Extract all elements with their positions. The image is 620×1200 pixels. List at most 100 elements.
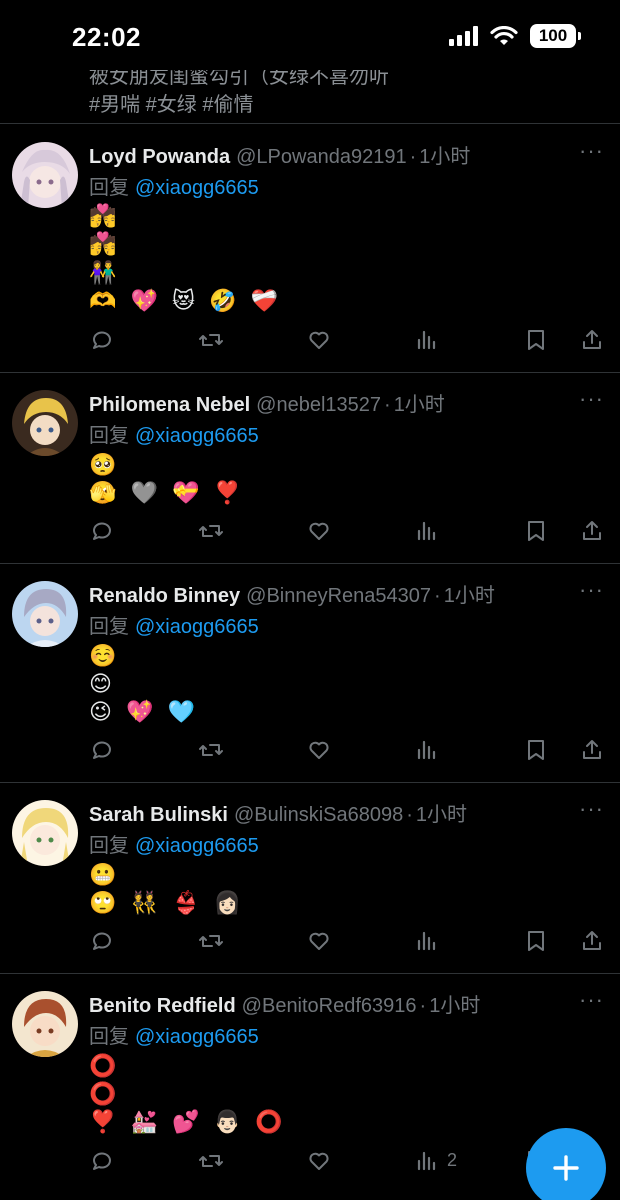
tweet-header: Benito Redfield @BenitoRedf63916 · 1小时 <box>89 989 480 1018</box>
more-options-icon[interactable]: ··· <box>579 796 604 822</box>
replying-to: 回复 @xiaogg6665 <box>89 419 259 448</box>
bookmark-button[interactable] <box>521 926 551 956</box>
display-name[interactable]: Renaldo Binney <box>89 585 240 608</box>
like-button[interactable] <box>304 926 334 956</box>
retweet-icon <box>198 738 224 762</box>
mention-link[interactable]: @xiaogg6665 <box>135 616 259 638</box>
like-button[interactable] <box>304 735 334 765</box>
like-button[interactable] <box>304 325 334 355</box>
timestamp[interactable]: 1小时 <box>394 388 445 417</box>
tweet-text-line: 🫣 🩶 💝 ❣️ <box>89 480 245 505</box>
avatar[interactable] <box>12 142 78 208</box>
like-button[interactable] <box>304 516 334 546</box>
retweet-button[interactable] <box>196 516 226 546</box>
avatar[interactable] <box>12 800 78 866</box>
reply-prefix: 回复 <box>89 616 129 638</box>
display-name[interactable]: Loyd Powanda <box>89 146 230 169</box>
mention-link[interactable]: @xiaogg6665 <box>135 835 259 857</box>
user-handle[interactable]: @nebel13527 <box>256 394 381 417</box>
share-button[interactable] <box>577 735 607 765</box>
tweet-text-line: ⭕ <box>89 1053 121 1078</box>
status-time: 22:02 <box>72 22 141 52</box>
tweet-text-line: 💏 <box>89 231 121 256</box>
reply-icon <box>90 929 114 953</box>
bookmark-button[interactable] <box>521 735 551 765</box>
bookmark-icon <box>525 519 547 543</box>
analytics-button[interactable] <box>412 926 442 956</box>
more-options-icon[interactable]: ··· <box>579 987 604 1013</box>
reply-button[interactable] <box>87 735 117 765</box>
tweet-text-line: 🥺 <box>89 452 121 477</box>
tweet-text-line: ❣️ 💒 💕 👨🏻 ⭕ <box>89 1109 287 1134</box>
reply-button[interactable] <box>87 516 117 546</box>
reply-button[interactable] <box>87 1146 117 1176</box>
action-bar <box>0 516 620 546</box>
user-handle[interactable]: @BenitoRedf63916 <box>242 995 417 1018</box>
action-bar <box>0 325 620 355</box>
share-icon <box>580 738 604 762</box>
reply-button[interactable] <box>87 926 117 956</box>
reply-icon <box>90 328 114 352</box>
share-icon <box>580 929 604 953</box>
display-name[interactable]: Philomena Nebel <box>89 394 250 417</box>
bookmark-button[interactable] <box>521 325 551 355</box>
retweet-button[interactable] <box>196 1146 226 1176</box>
more-options-icon[interactable]: ··· <box>579 577 604 603</box>
retweet-icon <box>198 519 224 543</box>
analytics-button[interactable] <box>412 735 442 765</box>
analytics-button[interactable] <box>412 325 442 355</box>
user-handle[interactable]: @LPowanda92191 <box>236 146 406 169</box>
analytics-button[interactable] <box>412 1146 442 1176</box>
timestamp[interactable]: 1小时 <box>419 140 470 169</box>
like-button[interactable] <box>304 1146 334 1176</box>
user-handle[interactable]: @BinneyRena54307 <box>246 585 431 608</box>
fragment-hashtags[interactable]: #男喘 #女绿 #偷情 <box>89 88 253 117</box>
tweet-text-line: ☺️ <box>89 643 121 668</box>
reply-tweet[interactable]: Philomena Nebel @nebel13527 · 1小时 ··· 回复… <box>0 373 620 564</box>
user-handle[interactable]: @BulinskiSa68098 <box>234 804 403 827</box>
tweet-text-line: 👫 <box>89 260 121 285</box>
tweet-text-line: 😊 <box>89 671 116 696</box>
reply-icon <box>90 519 114 543</box>
retweet-button[interactable] <box>196 926 226 956</box>
bookmark-button[interactable] <box>521 516 551 546</box>
display-name[interactable]: Sarah Bulinski <box>89 804 228 827</box>
analytics-icon <box>416 328 438 352</box>
timestamp[interactable]: 1小时 <box>444 579 495 608</box>
mention-link[interactable]: @xiaogg6665 <box>135 425 259 447</box>
share-button[interactable] <box>577 516 607 546</box>
share-button[interactable] <box>577 926 607 956</box>
retweet-button[interactable] <box>196 325 226 355</box>
battery-level: 100 <box>538 26 568 45</box>
reply-button[interactable] <box>87 325 117 355</box>
analytics-icon <box>416 1149 438 1173</box>
reply-tweet[interactable]: Sarah Bulinski @BulinskiSa68098 · 1小时 ··… <box>0 783 620 974</box>
analytics-button[interactable] <box>412 516 442 546</box>
tweet-text-line: 😉 💖 🩵 <box>89 699 199 724</box>
avatar[interactable] <box>12 991 78 1057</box>
reply-tweet[interactable]: Renaldo Binney @BinneyRena54307 · 1小时 ··… <box>0 564 620 783</box>
action-bar <box>0 926 620 956</box>
mention-link[interactable]: @xiaogg6665 <box>135 177 259 199</box>
status-icons: 100 <box>449 24 581 48</box>
timestamp[interactable]: 1小时 <box>416 798 467 827</box>
tweet-header: Loyd Powanda @LPowanda92191 · 1小时 <box>89 140 470 169</box>
more-options-icon[interactable]: ··· <box>579 386 604 412</box>
share-button[interactable] <box>577 325 607 355</box>
analytics-icon <box>416 929 438 953</box>
more-options-icon[interactable]: ··· <box>579 138 604 164</box>
avatar[interactable] <box>12 390 78 456</box>
replying-to: 回复 @xiaogg6665 <box>89 829 259 858</box>
avatar[interactable] <box>12 581 78 647</box>
retweet-button[interactable] <box>196 735 226 765</box>
action-bar <box>0 735 620 765</box>
display-name[interactable]: Benito Redfield <box>89 995 236 1018</box>
analytics-icon <box>416 738 438 762</box>
reply-tweet[interactable]: Loyd Powanda @LPowanda92191 · 1小时 ··· 回复… <box>0 124 620 373</box>
timestamp[interactable]: 1小时 <box>429 989 480 1018</box>
like-icon <box>307 738 331 762</box>
analytics-icon <box>416 519 438 543</box>
mention-link[interactable]: @xiaogg6665 <box>135 1026 259 1048</box>
replying-to: 回复 @xiaogg6665 <box>89 610 259 639</box>
compose-button[interactable] <box>526 1128 606 1200</box>
